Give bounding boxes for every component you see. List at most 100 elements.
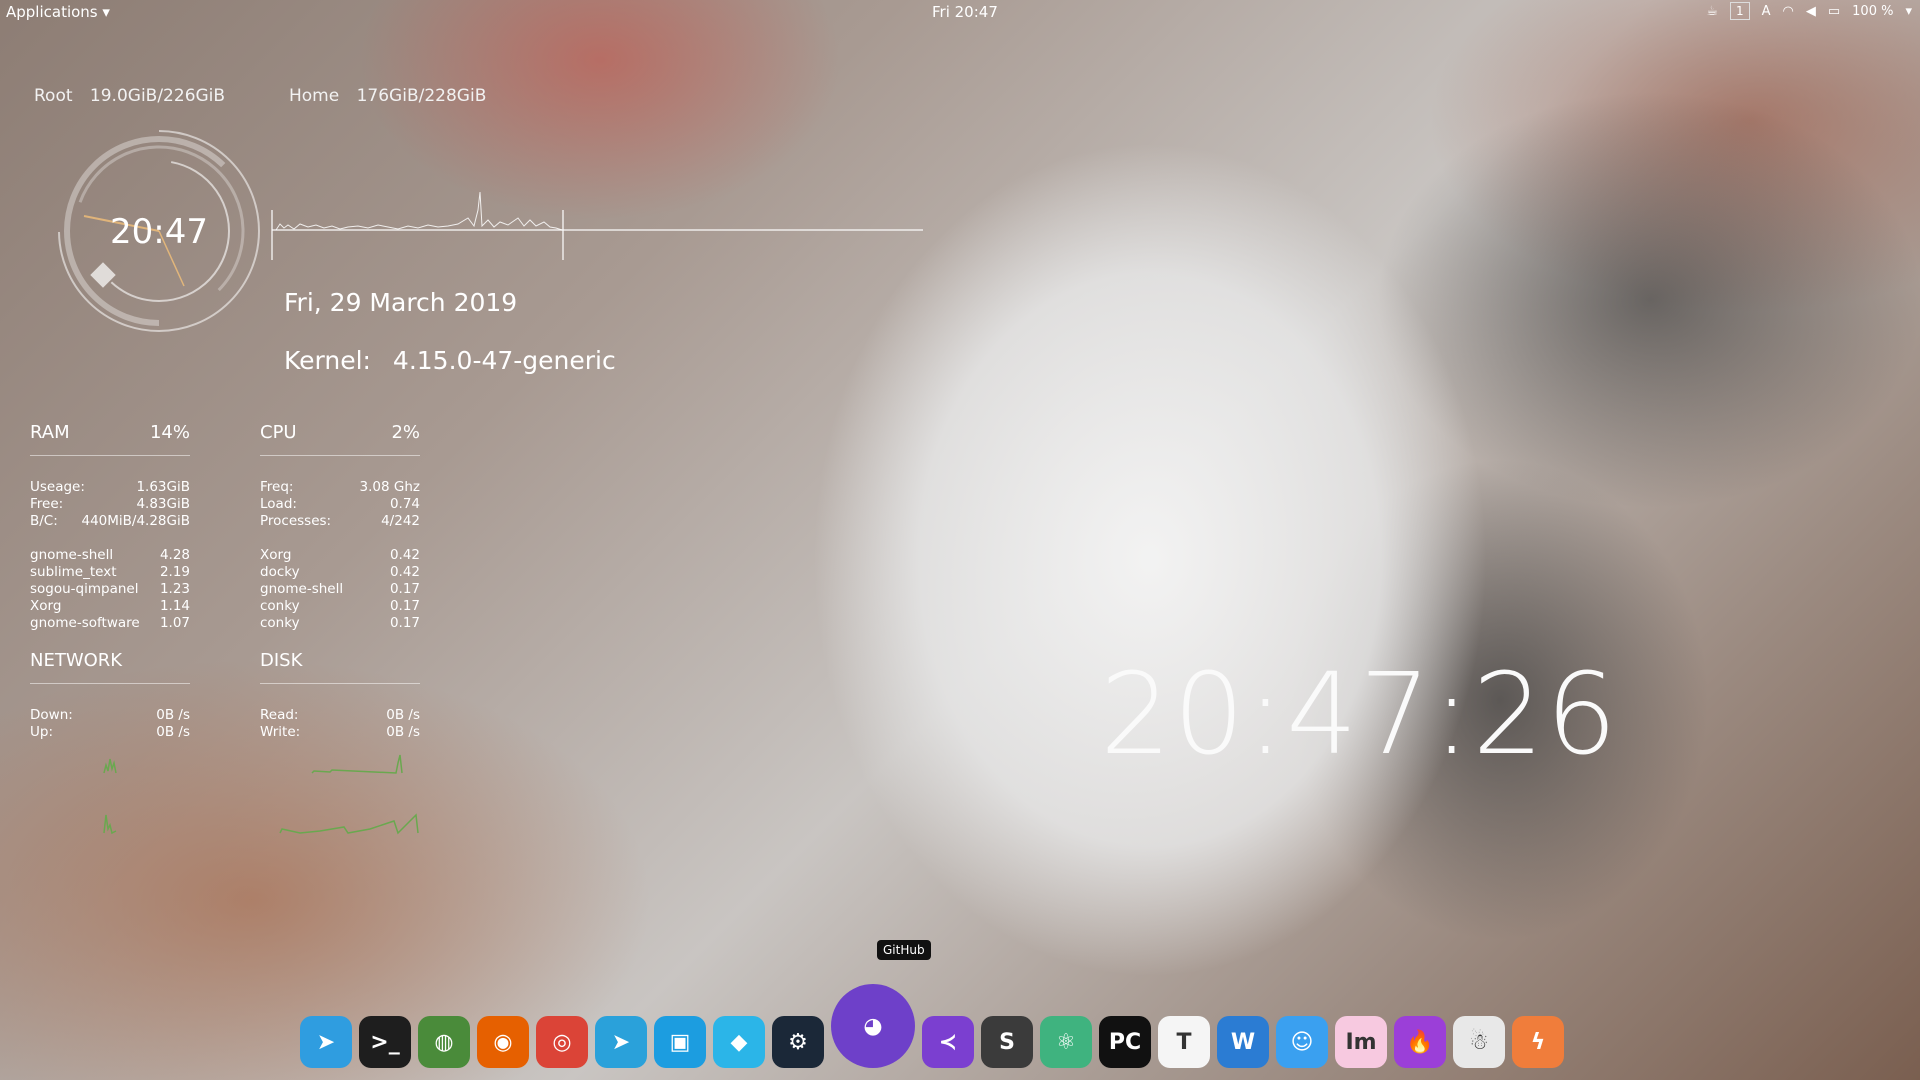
date-text: Fri, 29 March 2019 <box>284 288 518 317</box>
process-value: 1.23 <box>159 581 190 597</box>
dock-item-im[interactable]: Im <box>1335 1016 1387 1068</box>
dock-item-finder[interactable]: ☺ <box>1276 1016 1328 1068</box>
ring-time: 20:47 <box>110 212 208 252</box>
steam-icon: ⚙ <box>788 1029 808 1055</box>
disk-write-graph <box>279 813 419 835</box>
chrome-icon: ◎ <box>552 1029 572 1055</box>
process-name: conky <box>260 598 300 614</box>
process-name: sogou-qimpanel <box>30 581 139 597</box>
process-value: 0.42 <box>389 547 420 563</box>
cpu-process: conky 0.17 <box>260 598 420 614</box>
cpu-process: docky 0.42 <box>260 564 420 580</box>
globe-icon: ◍ <box>434 1029 454 1055</box>
cpu-row-value: 0.74 <box>389 496 420 512</box>
ram-percent: 14% <box>149 422 190 443</box>
network-row: Up: 0B /s <box>30 724 190 740</box>
disk-row-label: Write: <box>260 724 301 740</box>
dock-item-ghost[interactable]: ☃ <box>1453 1016 1505 1068</box>
im-icon: Im <box>1345 1029 1377 1055</box>
disk-divider <box>260 683 420 684</box>
coffee-icon[interactable]: ☕ <box>1706 4 1718 19</box>
big-digital-clock: 20:47:26 <box>1100 650 1620 780</box>
process-name: docky <box>260 564 300 580</box>
ram-row-label: Free: <box>30 496 64 512</box>
wifi-icon[interactable]: ◠ <box>1783 4 1794 19</box>
virtualbox-icon: ▣ <box>669 1029 691 1055</box>
input-method-icon[interactable]: A <box>1762 4 1771 19</box>
process-name: gnome-shell <box>260 581 344 597</box>
disk-row: Read: 0B /s <box>260 707 420 723</box>
ram-process: sogou-qimpanel 1.23 <box>30 581 190 597</box>
dock-item-typora[interactable]: T <box>1158 1016 1210 1068</box>
dock-item-globe[interactable]: ◍ <box>418 1016 470 1068</box>
network-row-value: 0B /s <box>156 724 190 740</box>
dock-item-vscode[interactable]: ≺ <box>922 1016 974 1068</box>
network-row-label: Up: <box>30 724 53 740</box>
cpu-row-value: 3.08 Ghz <box>359 479 420 495</box>
applications-menu[interactable]: Applications ▾ <box>6 3 110 21</box>
dock-item-chrome[interactable]: ◎ <box>536 1016 588 1068</box>
top-bar: Applications ▾ Fri 20:47 ☕ 1 A ◠ ◀ ▭ 100… <box>0 0 1920 26</box>
firefox-icon: ◉ <box>493 1029 513 1055</box>
bolt-icon: ϟ <box>1530 1029 1546 1055</box>
process-value: 0.42 <box>389 564 420 580</box>
network-down-graph <box>103 758 117 774</box>
battery-percent[interactable]: 100 % <box>1852 4 1893 19</box>
process-value: 2.19 <box>159 564 190 580</box>
ram-row: Useage: 1.63GiB <box>30 479 190 495</box>
sublime-icon: S <box>999 1029 1015 1055</box>
process-value: 4.28 <box>159 547 190 563</box>
process-name: sublime_text <box>30 564 117 580</box>
cpu-row: Load: 0.74 <box>260 496 420 512</box>
network-up-graph <box>103 814 117 835</box>
box-icon: ◆ <box>730 1029 748 1055</box>
dock-item-firefox[interactable]: ◉ <box>477 1016 529 1068</box>
disk-header: DISK <box>260 650 420 671</box>
workspace-indicator[interactable]: 1 <box>1729 2 1750 20</box>
ram-row-label: Useage: <box>30 479 85 495</box>
process-value: 1.07 <box>159 615 190 631</box>
process-name: Xorg <box>260 547 292 563</box>
root-disk: Root 19.0GiB/226GiB <box>34 86 225 106</box>
cpu-row-label: Freq: <box>260 479 294 495</box>
root-value: 19.0GiB/226GiB <box>89 86 226 106</box>
dock-item-terminal[interactable]: >_ <box>359 1016 411 1068</box>
home-disk: Home 176GiB/228GiB <box>289 86 486 106</box>
root-label: Root <box>34 86 73 106</box>
dock-item-wps[interactable]: W <box>1217 1016 1269 1068</box>
dock-item-steam[interactable]: ⚙ <box>772 1016 824 1068</box>
dock-item-flame[interactable]: 🔥 <box>1394 1016 1446 1068</box>
dock-item-telegram[interactable]: ➤ <box>595 1016 647 1068</box>
dock-item-pycharm[interactable]: PC <box>1099 1016 1151 1068</box>
ram-row-value: 4.83GiB <box>136 496 190 512</box>
topbar-clock[interactable]: Fri 20:47 <box>932 3 998 21</box>
chevron-down-icon[interactable]: ▾ <box>1905 4 1912 19</box>
flame-icon: 🔥 <box>1406 1029 1434 1055</box>
dock-item-sublime[interactable]: S <box>981 1016 1033 1068</box>
dock-item-telegram-paper-plane[interactable]: ➤ <box>300 1016 352 1068</box>
cpu-header: CPU 2% <box>260 422 420 443</box>
process-value: 0.17 <box>389 615 420 631</box>
dock-item-virtualbox[interactable]: ▣ <box>654 1016 706 1068</box>
telegram-icon: ➤ <box>611 1029 631 1055</box>
home-value: 176GiB/228GiB <box>356 86 487 106</box>
cpu-process: Xorg 0.42 <box>260 547 420 563</box>
network-divider <box>30 683 190 684</box>
ram-header: RAM 14% <box>30 422 190 443</box>
ram-row-label: B/C: <box>30 513 58 529</box>
volume-icon[interactable]: ◀ <box>1806 4 1816 19</box>
cpu-row: Processes: 4/242 <box>260 513 420 529</box>
cpu-row-label: Load: <box>260 496 297 512</box>
dock-item-atom[interactable]: ⚛ <box>1040 1016 1092 1068</box>
dock: ➤ >_ ◍ ◉ ◎ ➤ ▣ ◆ ⚙ ◕ ≺ S ⚛ PC T W ☺ Im 🔥 ☃ ϟ <box>300 978 1564 1068</box>
audio-waveform <box>271 191 923 260</box>
battery-icon[interactable]: ▭ <box>1828 4 1840 19</box>
applications-label: Applications <box>6 3 98 21</box>
ram-row-value: 440MiB/4.28GiB <box>81 513 190 529</box>
process-name: gnome-shell <box>30 547 114 563</box>
dock-item-bolt[interactable]: ϟ <box>1512 1016 1564 1068</box>
terminal-icon: >_ <box>370 1029 400 1055</box>
disk-row: Write: 0B /s <box>260 724 420 740</box>
dock-item-box[interactable]: ◆ <box>713 1016 765 1068</box>
dock-item-github[interactable]: ◕ <box>831 984 915 1068</box>
